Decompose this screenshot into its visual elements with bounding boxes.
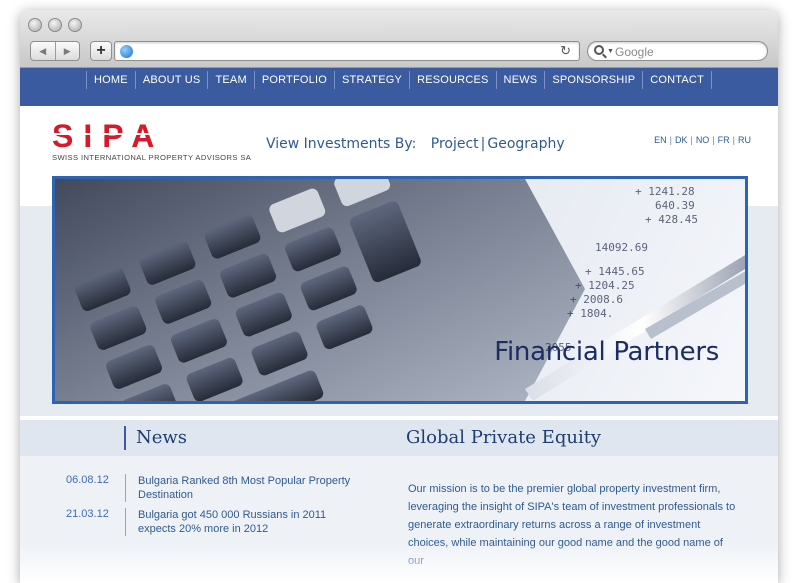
nav-team[interactable]: TEAM — [207, 71, 253, 89]
news-title[interactable]: Bulgaria Ranked 8th Most Popular Propert… — [125, 474, 365, 502]
logo-mark: SIPA — [52, 122, 242, 150]
lang-separator: | — [732, 135, 735, 145]
svg-text:+ 1241.28: + 1241.28 — [635, 185, 695, 198]
news-date: 21.03.12 — [66, 508, 109, 520]
svg-text:+ 428.45: + 428.45 — [645, 213, 698, 226]
address-bar[interactable]: ↻ — [114, 41, 580, 61]
svg-text:640.39: 640.39 — [655, 199, 695, 212]
lang-fr[interactable]: FR — [718, 135, 730, 145]
svg-text:+ 1204.25: + 1204.25 — [575, 279, 635, 292]
svg-text:SIPA: SIPA — [52, 122, 164, 150]
svg-text:14092.69: 14092.69 — [595, 241, 648, 254]
nav-news[interactable]: NEWS — [495, 71, 545, 89]
nav-resources[interactable]: RESOURCES — [409, 71, 495, 89]
browser-window: ◀ ▶ + ↻ ▼ Google HOME ABOUT US TEAM PORT… — [20, 10, 778, 583]
hero-title: Financial Partners — [494, 337, 719, 367]
history-buttons: ◀ ▶ — [30, 41, 80, 61]
reload-icon[interactable]: ↻ — [560, 43, 571, 59]
nav-about-us[interactable]: ABOUT US — [134, 71, 208, 89]
language-switcher: EN | DK | NO | FR | RU — [654, 135, 751, 145]
forward-icon[interactable]: ▶ — [56, 42, 80, 60]
chevron-down-icon[interactable]: ▼ — [607, 48, 614, 55]
search-field[interactable]: ▼ Google — [587, 41, 768, 61]
nav-portfolio[interactable]: PORTFOLIO — [253, 71, 334, 89]
site-header: SIPA SWISS INTERNATIONAL PROPERTY ADVISO… — [20, 106, 778, 176]
add-icon[interactable]: + — [90, 41, 112, 61]
main-nav: HOME ABOUT US TEAM PORTFOLIO STRATEGY RE… — [20, 68, 778, 106]
lang-en[interactable]: EN — [654, 135, 667, 145]
link-project[interactable]: Project — [431, 136, 479, 152]
svg-text:+ 1804.: + 1804. — [567, 307, 613, 320]
lang-ru[interactable]: RU — [738, 135, 751, 145]
calculator-illustration: + 1241.28 640.39 + 428.45 14092.69 + 144… — [55, 179, 745, 401]
view-investments: View Investments By: Project | Geography — [266, 136, 565, 152]
search-placeholder: Google — [615, 45, 654, 59]
search-icon — [594, 45, 604, 55]
equity-heading: Global Private Equity — [406, 427, 602, 448]
browser-toolbar: ◀ ▶ + ↻ ▼ Google — [20, 10, 778, 68]
bottom-fade — [20, 543, 778, 583]
nav-sponsorship[interactable]: SPONSORSHIP — [544, 71, 642, 89]
view-investments-label: View Investments By: — [266, 136, 417, 152]
nav-contact[interactable]: CONTACT — [642, 71, 712, 89]
hero-banner: + 1241.28 640.39 + 428.45 14092.69 + 144… — [52, 176, 748, 404]
lang-no[interactable]: NO — [696, 135, 710, 145]
link-geography[interactable]: Geography — [487, 136, 564, 152]
news-date: 06.08.12 — [66, 474, 109, 486]
news-heading: News — [124, 426, 187, 450]
lang-separator: | — [690, 135, 693, 145]
lang-separator: | — [712, 135, 715, 145]
back-icon[interactable]: ◀ — [31, 42, 56, 60]
globe-icon — [120, 45, 133, 58]
news-title[interactable]: Bulgaria got 450 000 Russians in 2011 ex… — [125, 508, 365, 536]
lang-separator: | — [669, 135, 672, 145]
zoom-window-button[interactable] — [68, 18, 82, 32]
svg-text:+ 1445.65: + 1445.65 — [585, 265, 645, 278]
svg-text:+ 2008.6: + 2008.6 — [570, 293, 623, 306]
minimize-window-button[interactable] — [48, 18, 62, 32]
sipa-logo[interactable]: SIPA SWISS INTERNATIONAL PROPERTY ADVISO… — [52, 122, 252, 162]
lang-dk[interactable]: DK — [675, 135, 688, 145]
close-window-button[interactable] — [28, 18, 42, 32]
link-separator: | — [480, 136, 486, 152]
nav-home[interactable]: HOME — [86, 71, 135, 89]
nav-strategy[interactable]: STRATEGY — [333, 71, 409, 89]
logo-tagline: SWISS INTERNATIONAL PROPERTY ADVISORS SA — [52, 153, 252, 162]
